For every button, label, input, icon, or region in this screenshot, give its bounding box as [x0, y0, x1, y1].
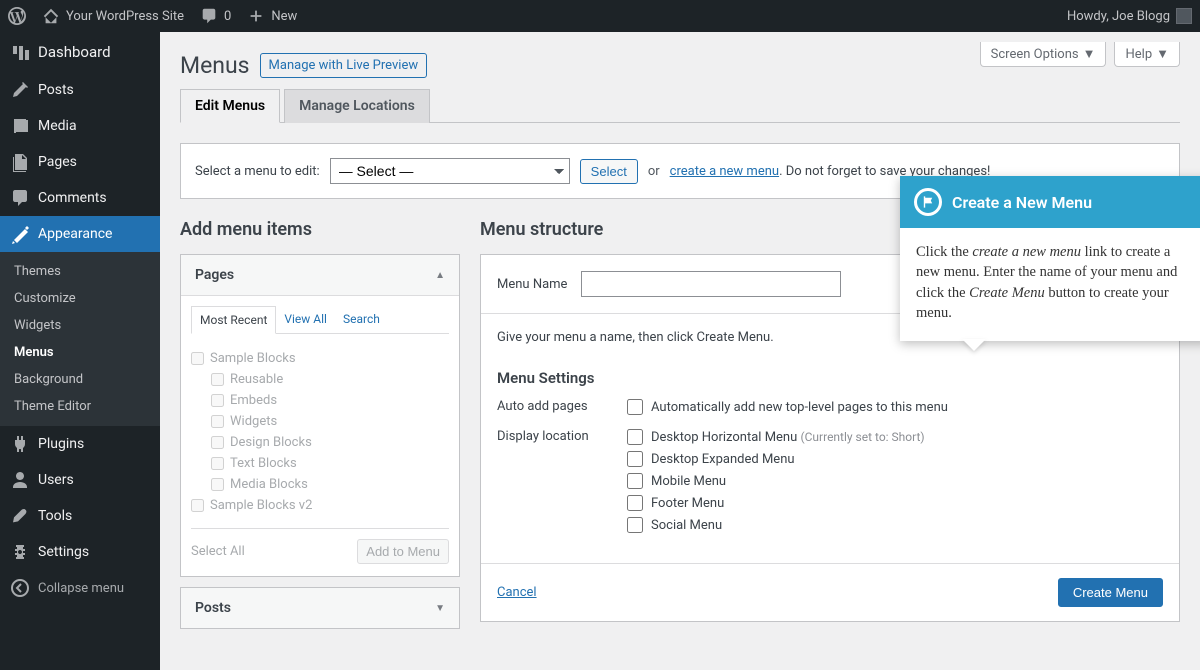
pages-checklist: Sample BlocksReusableEmbedsWidgetsDesign…	[191, 344, 449, 520]
page-checkbox-item[interactable]: Media Blocks	[191, 474, 449, 495]
display-locations-list: Desktop Horizontal Menu (Currently set t…	[627, 429, 925, 539]
admin-sidebar: Dashboard Posts Media Pages Comments App…	[0, 32, 160, 670]
location-checkbox-row[interactable]: Social Menu	[627, 517, 925, 533]
add-items-heading: Add menu items	[180, 219, 460, 240]
content-area: Screen Options ▼ Help ▼ Menus Manage wit…	[160, 32, 1200, 670]
avatar	[1176, 8, 1192, 24]
nav-label: Settings	[38, 544, 89, 560]
location-checkbox-row[interactable]: Footer Menu	[627, 495, 925, 511]
menu-name-label: Menu Name	[497, 277, 567, 292]
nav-pages[interactable]: Pages	[0, 144, 160, 180]
nav-tabs: Edit Menus Manage Locations	[180, 89, 1180, 123]
admin-bar: Your WordPress Site 0 New Howdy, Joe Blo…	[0, 0, 1200, 32]
create-menu-button[interactable]: Create Menu	[1058, 578, 1163, 607]
nav-label: Collapse menu	[38, 581, 124, 596]
nav-appearance[interactable]: Appearance	[0, 216, 160, 252]
site-name: Your WordPress Site	[66, 9, 184, 24]
menu-select[interactable]: — Select —	[330, 158, 570, 184]
collapse-menu[interactable]: Collapse menu	[0, 570, 160, 606]
tab-most-recent[interactable]: Most Recent	[191, 306, 276, 334]
site-link[interactable]: Your WordPress Site	[34, 0, 192, 32]
appearance-submenu: Themes Customize Widgets Menus Backgroun…	[0, 252, 160, 426]
nav-label: Dashboard	[38, 43, 111, 61]
nav-label: Users	[38, 472, 74, 488]
accordion-pages: Pages▲ Most Recent View All Search Sampl…	[180, 254, 460, 577]
tab-edit-menus[interactable]: Edit Menus	[180, 89, 280, 123]
menu-name-input[interactable]	[581, 271, 841, 297]
manage-live-preview-button[interactable]: Manage with Live Preview	[260, 53, 428, 78]
screen-options-button[interactable]: Screen Options ▼	[980, 42, 1107, 67]
nav-label: Posts	[38, 82, 74, 98]
help-button[interactable]: Help ▼	[1114, 42, 1180, 67]
tour-popover: Create a New Menu Click the create a new…	[900, 176, 1200, 341]
comments-link[interactable]: 0	[192, 0, 239, 32]
nav-plugins[interactable]: Plugins	[0, 426, 160, 462]
accordion-pages-toggle[interactable]: Pages▲	[181, 255, 459, 295]
tab-view-all[interactable]: View All	[276, 306, 335, 333]
auto-add-label: Auto add pages	[497, 399, 627, 421]
howdy-text: Howdy, Joe Blogg	[1067, 9, 1170, 24]
new-link[interactable]: New	[239, 0, 305, 32]
nav-label: Appearance	[38, 226, 112, 242]
page-checkbox-item[interactable]: Reusable	[191, 369, 449, 390]
create-new-menu-link[interactable]: create a new menu	[670, 164, 779, 179]
tour-body: Click the create a new menu link to crea…	[900, 228, 1200, 341]
auto-add-checkbox[interactable]	[627, 399, 643, 415]
nav-users[interactable]: Users	[0, 462, 160, 498]
accordion-posts-toggle[interactable]: Posts▼	[181, 588, 459, 628]
tab-manage-locations[interactable]: Manage Locations	[284, 89, 430, 123]
sub-customize[interactable]: Customize	[0, 285, 160, 312]
nav-comments[interactable]: Comments	[0, 180, 160, 216]
nav-label: Media	[38, 118, 77, 134]
add-to-menu-button[interactable]: Add to Menu	[357, 539, 449, 564]
nav-dashboard[interactable]: Dashboard	[0, 32, 160, 72]
page-checkbox-item[interactable]: Sample Blocks v2	[191, 495, 449, 516]
wp-logo[interactable]	[0, 0, 34, 32]
auto-add-checkbox-row[interactable]: Automatically add new top-level pages to…	[627, 399, 948, 415]
location-checkbox-row[interactable]: Desktop Horizontal Menu (Currently set t…	[627, 429, 925, 445]
nav-label: Pages	[38, 154, 77, 170]
cancel-link[interactable]: Cancel	[497, 585, 537, 600]
sub-theme-editor[interactable]: Theme Editor	[0, 393, 160, 420]
tour-header: Create a New Menu	[900, 176, 1200, 228]
howdy-link[interactable]: Howdy, Joe Blogg	[1059, 0, 1200, 32]
page-checkbox-item[interactable]: Embeds	[191, 390, 449, 411]
tab-search[interactable]: Search	[335, 306, 388, 333]
sub-background[interactable]: Background	[0, 366, 160, 393]
sub-widgets[interactable]: Widgets	[0, 312, 160, 339]
nav-media[interactable]: Media	[0, 108, 160, 144]
nav-posts[interactable]: Posts	[0, 72, 160, 108]
comments-count: 0	[224, 9, 231, 24]
page-checkbox-item[interactable]: Design Blocks	[191, 432, 449, 453]
tour-title: Create a New Menu	[952, 193, 1092, 212]
nav-settings[interactable]: Settings	[0, 534, 160, 570]
chevron-down-icon: ▼	[435, 603, 445, 614]
location-checkbox-row[interactable]: Mobile Menu	[627, 473, 925, 489]
nav-label: Plugins	[38, 436, 84, 452]
menu-settings-heading: Menu Settings	[497, 369, 1163, 387]
sub-menus[interactable]: Menus	[0, 339, 160, 366]
page-checkbox-item[interactable]: Text Blocks	[191, 453, 449, 474]
page-checkbox-item[interactable]: Widgets	[191, 411, 449, 432]
location-checkbox-row[interactable]: Desktop Expanded Menu	[627, 451, 925, 467]
or-text: or	[648, 164, 660, 179]
chevron-down-icon: ▼	[1156, 46, 1169, 62]
pages-filter-tabs: Most Recent View All Search	[191, 306, 449, 334]
select-menu-label: Select a menu to edit:	[195, 164, 320, 179]
new-label: New	[271, 9, 297, 24]
chevron-down-icon: ▼	[1083, 46, 1096, 62]
nav-tools[interactable]: Tools	[0, 498, 160, 534]
flag-icon	[914, 188, 942, 216]
nav-label: Tools	[38, 508, 72, 524]
select-button[interactable]: Select	[580, 159, 638, 184]
sub-themes[interactable]: Themes	[0, 258, 160, 285]
select-all-link[interactable]: Select All	[191, 544, 245, 559]
accordion-posts: Posts▼	[180, 587, 460, 629]
display-location-label: Display location	[497, 429, 627, 539]
chevron-up-icon: ▲	[435, 270, 445, 281]
nav-label: Comments	[38, 190, 107, 206]
page-checkbox-item[interactable]: Sample Blocks	[191, 348, 449, 369]
